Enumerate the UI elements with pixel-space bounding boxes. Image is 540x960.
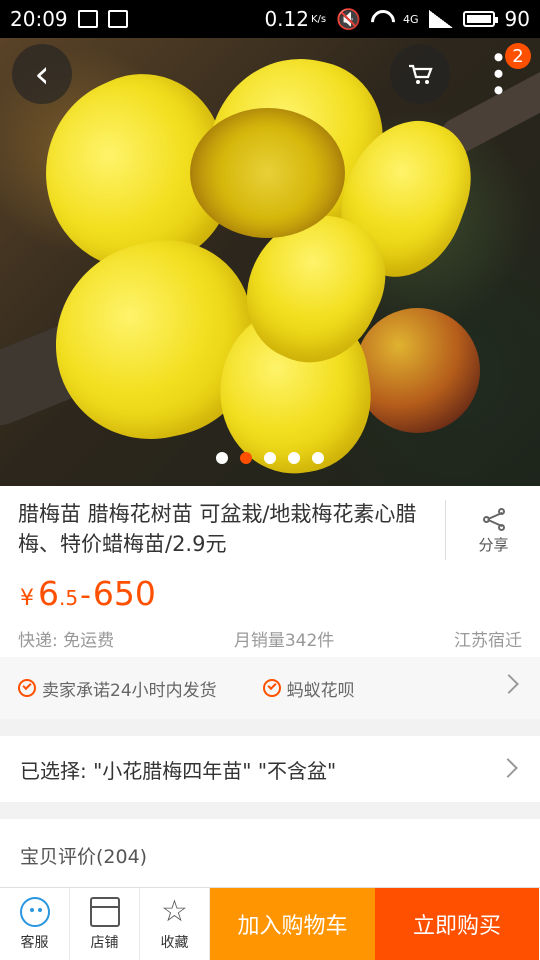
- carousel-dot-active: [240, 452, 252, 464]
- status-time: 20:09: [10, 7, 68, 31]
- promise-item: 蚂蚁花呗: [262, 676, 355, 701]
- back-button[interactable]: ‹: [12, 44, 72, 104]
- share-button[interactable]: 分享: [445, 500, 540, 560]
- network-unit: K/s: [310, 13, 327, 25]
- selected-options-text: 已选择: "小花腊梅四年苗" "不含盆": [20, 758, 337, 783]
- store-button[interactable]: 店铺: [70, 888, 140, 960]
- buy-now-button[interactable]: 立即购买: [375, 888, 539, 960]
- customer-service-button[interactable]: 客服: [0, 888, 70, 960]
- chevron-right-icon: [499, 674, 519, 694]
- monthly-sales: 月销量342件: [233, 631, 335, 651]
- battery-icon: [462, 11, 498, 27]
- price-range: ¥ 6 .5 - 650: [20, 574, 156, 613]
- product-meta: 快递: 免运费 月销量342件 江苏宿迁: [18, 626, 522, 651]
- check-circle-icon: [18, 679, 36, 697]
- bottom-action-bar: 客服 店铺 ☆ 收藏 加入购物车 立即购买: [0, 887, 540, 960]
- promise-label: 卖家承诺24小时内发货: [42, 680, 217, 701]
- store-icon: [89, 896, 120, 927]
- status-left: 20:09: [10, 7, 128, 31]
- share-label: 分享: [478, 536, 509, 554]
- status-right: 0.12 K/s 🔇 4G 90: [264, 7, 530, 31]
- reviews-title: 宝贝评价(204): [20, 846, 148, 868]
- status-bar: 20:09 0.12 K/s 🔇 4G 90: [0, 0, 540, 38]
- carousel-dot: [288, 452, 300, 464]
- star-icon: ☆: [161, 893, 188, 929]
- price-min-decimal: .5: [59, 586, 79, 610]
- favorite-button[interactable]: ☆ 收藏: [140, 888, 210, 960]
- mobile-network: 4G: [403, 12, 419, 26]
- price-separator: -: [80, 578, 91, 613]
- battery-fill: [466, 15, 491, 23]
- price-max: 650: [92, 574, 156, 613]
- chevron-right-icon: [498, 758, 518, 778]
- battery-level: 90: [504, 7, 530, 31]
- more-icon: •••: [481, 49, 514, 99]
- check-circle-icon: [262, 679, 281, 697]
- cart-badge: 2: [505, 43, 531, 69]
- customer-service-label: 客服: [20, 934, 49, 951]
- service-promises-row[interactable]: 卖家承诺24小时内发货 蚂蚁花呗: [0, 657, 540, 719]
- mute-icon: 🔇: [336, 7, 362, 31]
- share-icon: [482, 507, 506, 531]
- back-icon: ‹: [34, 52, 50, 96]
- store-label: 店铺: [90, 934, 119, 951]
- signal-icon: [428, 10, 453, 28]
- customer-service-icon: [19, 896, 50, 927]
- ship-location: 江苏宿迁: [454, 631, 522, 651]
- product-image-carousel[interactable]: [0, 38, 540, 486]
- price-currency: ¥: [20, 586, 34, 611]
- shipping-info: 快递: 免运费: [18, 631, 115, 651]
- carousel-dot: [312, 452, 324, 464]
- wifi-icon: [371, 10, 393, 28]
- cart-icon: [409, 64, 433, 84]
- image-icon: [107, 10, 128, 28]
- flower-center: [190, 108, 345, 238]
- promise-item: 卖家承诺24小时内发货: [18, 676, 217, 701]
- selected-options-row[interactable]: 已选择: "小花腊梅四年苗" "不含盆": [0, 736, 540, 802]
- flower-bud: [355, 308, 480, 433]
- carousel-indicator: [0, 452, 540, 464]
- price-min-integer: 6: [38, 574, 59, 613]
- reviews-section[interactable]: 宝贝评价(204): [0, 819, 540, 889]
- product-title: 腊梅苗 腊梅花树苗 可盆栽/地栽梅花素心腊梅、特价蜡梅苗/2.9元: [18, 502, 417, 556]
- add-to-cart-button[interactable]: 加入购物车: [210, 888, 375, 960]
- carousel-dot: [264, 452, 276, 464]
- cart-button[interactable]: [390, 44, 450, 104]
- favorite-label: 收藏: [160, 934, 189, 951]
- carousel-dot: [216, 452, 228, 464]
- network-speed: 0.12: [264, 7, 309, 31]
- notes-icon: [77, 10, 98, 28]
- product-info-section: 腊梅苗 腊梅花树苗 可盆栽/地栽梅花素心腊梅、特价蜡梅苗/2.9元 分享 ¥ 6…: [0, 486, 540, 657]
- promise-label: 蚂蚁花呗: [286, 680, 355, 701]
